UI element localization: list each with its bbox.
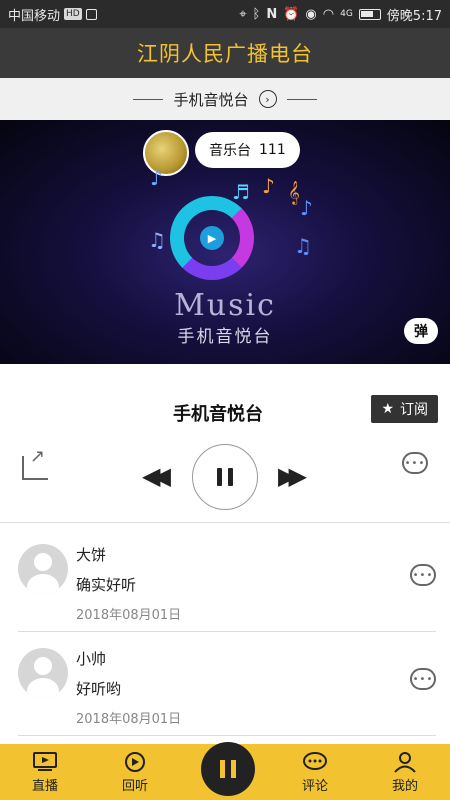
tv-icon [32, 751, 58, 773]
subscribe-button[interactable]: ★ 订阅 [371, 395, 438, 423]
bluetooth-icon: ᛒ [252, 6, 261, 22]
nav-item-comment[interactable]: 评论 [270, 744, 360, 800]
pause-icon [217, 468, 233, 486]
nav-label-replay: 回听 [121, 778, 148, 794]
nav-label-comment: 评论 [301, 778, 328, 794]
music-logo: ▶ [170, 196, 254, 280]
live-banner[interactable]: 音乐台 111 ♪ ♫ ♬ ♪ 𝄞 ♫ ♪ ▶ Music 手机音悦台 弹 [0, 120, 450, 364]
list-item: 大饼 确实好听 2018年08月01日 ••• [0, 528, 450, 632]
clock-label: 傍晚5:17 [386, 8, 442, 24]
comment-author: 小帅 [76, 650, 107, 668]
row-divider [18, 735, 436, 736]
music-note-icon: ♪ [300, 196, 313, 220]
replay-icon [122, 751, 148, 773]
user-icon [392, 751, 418, 773]
music-note-icon: ♪ [262, 174, 275, 198]
channel-title[interactable]: 手机音悦台 [173, 89, 248, 110]
comment-date: 2018年08月01日 [76, 608, 182, 623]
comment-author: 大饼 [76, 546, 107, 564]
divider-right [286, 98, 317, 100]
battery-icon [358, 8, 381, 20]
music-note-icon: ♫ [294, 234, 312, 258]
hd-badge: HD [64, 8, 82, 20]
comment-text: 好听哟 [76, 680, 122, 698]
comment-date: 2018年08月01日 [76, 712, 182, 727]
pause-button[interactable] [192, 444, 258, 510]
listener-count: 111 [259, 142, 286, 158]
station-info: 手机音悦台 ★ 订阅 [0, 388, 450, 434]
wifi-icon: ◠ [322, 6, 335, 22]
alarm-icon: ⏰ [283, 6, 300, 22]
channel-header: 手机音悦台 › [0, 78, 450, 120]
nav-item-live[interactable]: 直播 [0, 744, 90, 800]
location-icon: ⌖ [239, 6, 247, 22]
fast-forward-icon[interactable]: ▶▶ [278, 462, 307, 490]
subscribe-label: 订阅 [400, 402, 428, 418]
danmu-toggle-button[interactable]: 弹 [404, 318, 438, 344]
share-icon[interactable] [22, 446, 48, 480]
star-icon: ★ [381, 401, 394, 417]
carrier-label: 中国移动 [8, 8, 61, 24]
logo-word: Music [174, 288, 276, 323]
play-icon: ▶ [200, 226, 224, 250]
app-title: 江阴人民广播电台 [137, 42, 313, 66]
nav-item-replay[interactable]: 回听 [90, 744, 180, 800]
avatar [18, 544, 68, 594]
nav-label-mine: 我的 [391, 778, 418, 794]
player-controls: ◀◀ ▶▶ ••• [0, 440, 450, 510]
reply-icon[interactable]: ••• [410, 668, 436, 690]
divider-left [133, 98, 164, 100]
section-divider [0, 522, 450, 523]
host-name: 音乐台 [209, 143, 251, 159]
nfc-icon: N [266, 6, 278, 22]
chevron-right-icon[interactable]: › [258, 90, 277, 108]
signal-icon: 4G [340, 9, 353, 19]
status-bar: 中国移动 HD ⌖ ᛒ N ⏰ ◉ ◠ 4G 傍晚5:17 [0, 0, 450, 28]
music-note-icon: 𝄞 [288, 180, 300, 204]
list-item: 小帅 好听哟 2018年08月01日 ••• [0, 632, 450, 736]
rewind-icon[interactable]: ◀◀ [142, 462, 171, 490]
music-note-icon: ♪ [150, 166, 163, 190]
host-bubble[interactable]: 音乐台 111 [195, 132, 300, 168]
nav-label-live: 直播 [31, 778, 58, 794]
avatar [18, 648, 68, 698]
app-notification-icon [85, 8, 97, 20]
comment-icon[interactable]: ••• [402, 452, 428, 474]
comment-text: 确实好听 [76, 576, 137, 594]
reply-icon[interactable]: ••• [410, 564, 436, 586]
nav-item-mine[interactable]: 我的 [360, 744, 450, 800]
nav-pause-button[interactable] [201, 742, 255, 796]
chat-icon [302, 751, 328, 773]
music-note-icon: ♫ [148, 228, 166, 252]
logo-subtitle: 手机音悦台 [177, 327, 273, 347]
music-note-icon: ♬ [232, 180, 250, 204]
app-header: 江阴人民广播电台 [0, 28, 450, 78]
eye-icon: ◉ [305, 6, 317, 22]
